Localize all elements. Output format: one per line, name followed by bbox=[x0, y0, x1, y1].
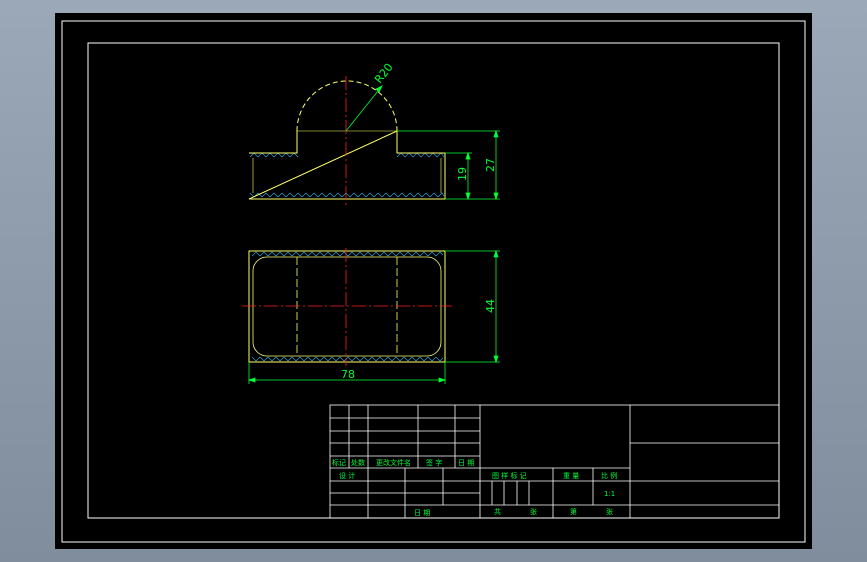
dim-width: 44 bbox=[484, 299, 497, 313]
dim-total-height: 27 bbox=[484, 158, 497, 172]
date-label: 日 期 bbox=[414, 509, 430, 517]
page-label: 第 bbox=[570, 507, 577, 516]
dim-step-height: 19 bbox=[456, 167, 469, 181]
weight-label: 重 量 bbox=[563, 472, 579, 480]
rev-file-label: 更改文件名 bbox=[376, 458, 411, 467]
design-label: 设 计 bbox=[339, 471, 355, 480]
page-unit: 张 bbox=[606, 507, 613, 516]
model-space bbox=[55, 13, 812, 549]
total-sheets-label: 共 bbox=[494, 507, 501, 516]
scale-label: 比 例 bbox=[601, 471, 617, 480]
scale-value: 1:1 bbox=[604, 490, 615, 498]
cad-drawing-window: R20 19 27 44 78 标记 处数 更改文件名 签 字 日 期 设 计 … bbox=[55, 13, 812, 549]
rev-count-label: 处数 bbox=[351, 458, 365, 467]
dim-length: 78 bbox=[341, 368, 355, 381]
rev-sign-label: 签 字 bbox=[426, 458, 442, 467]
total-sheets-unit: 张 bbox=[530, 507, 537, 516]
rev-date-label: 日 期 bbox=[458, 459, 474, 467]
fig-mark-label: 图 样 标 记 bbox=[492, 471, 527, 480]
rev-mark-label: 标记 bbox=[332, 458, 346, 467]
